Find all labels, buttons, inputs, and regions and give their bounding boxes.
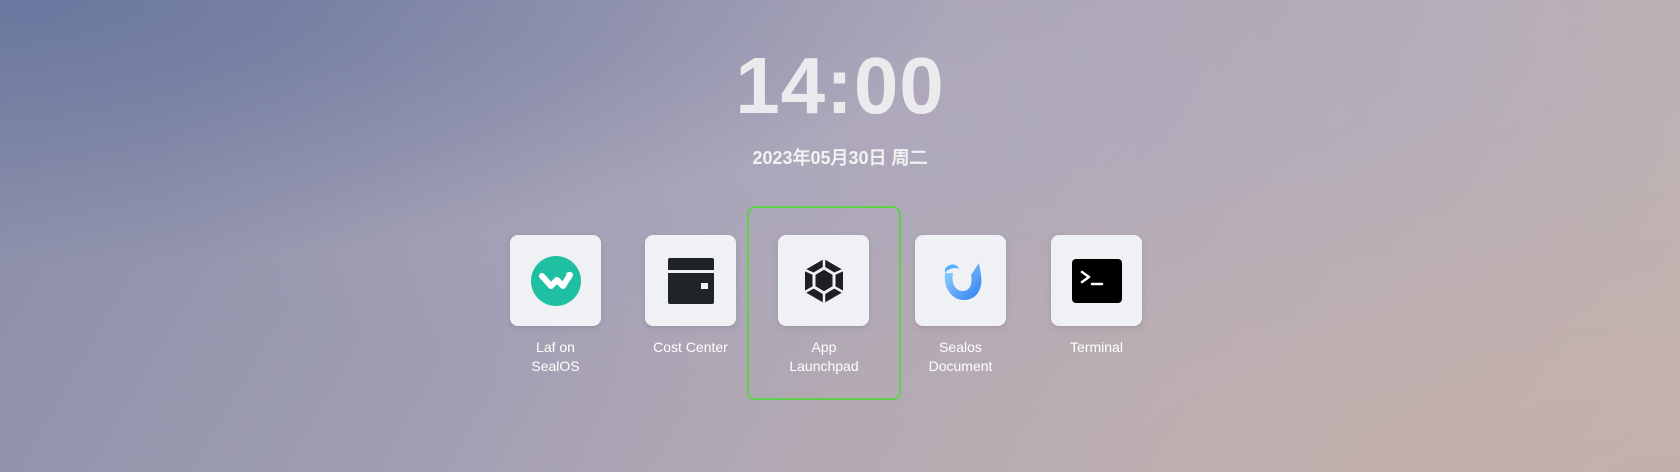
app-tile[interactable] [915,235,1006,326]
app-sealos-document[interactable]: Sealos Document [893,235,1028,385]
app-label: Laf on SealOS [531,339,580,374]
hexagon-cube-icon [803,258,844,303]
app-tile[interactable] [1051,235,1142,326]
app-tile[interactable] [510,235,601,326]
app-label: App Launchpad [789,339,859,374]
app-grid: Laf on SealOS Cost Center App Launchpad … [0,0,1680,472]
app-tile[interactable] [645,235,736,326]
app-launchpad[interactable]: App Launchpad [747,206,901,400]
app-label: Terminal [1070,339,1123,355]
app-label: Cost Center [653,339,728,355]
wallet-icon [667,257,714,304]
terminal-icon [1071,258,1122,303]
sealos-document-icon [944,262,981,300]
app-terminal[interactable]: Terminal [1029,235,1164,385]
app-label: Sealos Document [928,339,993,374]
app-cost-center[interactable]: Cost Center [623,235,758,385]
app-tile[interactable] [778,235,869,326]
laf-icon [530,255,581,306]
app-laf-on-sealos[interactable]: Laf on SealOS [488,235,623,385]
desktop-background: 14:00 2023年05月30日 周二 Laf on SealOS Cost … [0,0,1680,472]
